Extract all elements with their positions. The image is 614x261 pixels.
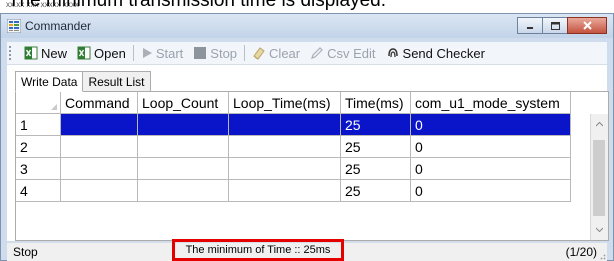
page-caption: The minimum transmission time is display… — [8, 0, 387, 11]
status-message-highlighted: The minimum of Time :: 25ms — [172, 239, 344, 261]
cell-loop-count[interactable] — [138, 158, 229, 180]
column-header-loop-time[interactable]: Loop_Time(ms) — [229, 92, 341, 114]
cell-loop-count[interactable] — [138, 180, 229, 202]
write-data-grid: Command Loop_Count Loop_Time(ms) Time(ms… — [15, 91, 609, 241]
cell-command[interactable] — [61, 180, 138, 202]
new-button[interactable]: New — [19, 43, 72, 63]
cell-loop-count[interactable] — [138, 136, 229, 158]
cell-loop-time[interactable] — [229, 158, 341, 180]
vertical-scrollbar[interactable] — [590, 114, 608, 240]
scroll-down-arrow-icon[interactable] — [596, 226, 603, 233]
minimize-button[interactable] — [517, 17, 543, 34]
send-checker-button[interactable]: Send Checker — [381, 43, 490, 63]
row-header[interactable]: 4 — [16, 180, 61, 202]
table-row[interactable]: 2 25 0 — [16, 136, 571, 158]
grid-header-row: Command Loop_Count Loop_Time(ms) Time(ms… — [16, 92, 571, 114]
open-button[interactable]: Open — [72, 43, 131, 63]
csv-edit-button[interactable]: Csv Edit — [305, 43, 380, 63]
stop-label: Stop — [210, 45, 238, 61]
start-label: Start — [155, 45, 184, 61]
toolbar-separator — [244, 45, 246, 61]
minimize-icon — [527, 26, 533, 29]
status-bar: Stop The minimum of Time :: 25ms (1/20) — [7, 239, 607, 261]
content-area: Write Data Result List Command Loop_Coun… — [7, 65, 609, 241]
table-row[interactable]: 3 25 0 — [16, 158, 571, 180]
cell-command[interactable] — [61, 114, 138, 136]
start-button[interactable]: Start — [136, 43, 188, 63]
close-icon — [582, 21, 592, 30]
maximize-icon — [550, 21, 560, 30]
cell-loop-time[interactable] — [229, 136, 341, 158]
cell-command[interactable] — [61, 136, 138, 158]
close-button[interactable] — [567, 17, 607, 34]
cell-com-u1-mode-system[interactable]: 0 — [411, 114, 571, 136]
excel-new-icon — [24, 46, 38, 60]
eraser-icon — [253, 47, 265, 60]
tab-result-list[interactable]: Result List — [82, 71, 151, 92]
stop-button[interactable]: Stop — [188, 43, 242, 63]
cell-time[interactable]: 25 — [341, 180, 411, 202]
title-bar[interactable]: Commander — [1, 14, 613, 38]
clear-button[interactable]: Clear — [247, 43, 305, 63]
table-row[interactable]: 4 25 0 — [16, 180, 571, 202]
tab-strip: Write Data Result List — [15, 71, 151, 92]
column-header-time[interactable]: Time(ms) — [341, 92, 411, 114]
status-message: The minimum of Time :: 25ms — [185, 244, 331, 256]
column-header-command[interactable]: Command — [61, 92, 138, 114]
play-icon — [142, 48, 152, 58]
select-all-corner[interactable] — [16, 92, 61, 114]
cell-loop-count[interactable] — [138, 114, 229, 136]
table-row[interactable]: 1 25 0 — [16, 114, 571, 136]
resize-grip-icon[interactable] — [598, 252, 606, 260]
pencil-icon — [311, 47, 323, 59]
cell-command[interactable] — [61, 158, 138, 180]
window-title: Commander — [25, 19, 92, 33]
open-label: Open — [94, 45, 126, 61]
scrollbar-thumb[interactable] — [593, 140, 605, 216]
cell-time[interactable]: 25 — [341, 136, 411, 158]
cell-loop-time[interactable] — [229, 114, 341, 136]
cell-com-u1-mode-system[interactable]: 0 — [411, 136, 571, 158]
scroll-up-arrow-icon[interactable] — [596, 121, 603, 128]
cell-time[interactable]: 25 — [341, 158, 411, 180]
column-header-com-u1-mode-system[interactable]: com_u1_mode_system — [411, 92, 571, 114]
commander-window: Commander New Open Start Stop Clear Csv … — [0, 13, 614, 261]
maximize-button[interactable] — [542, 17, 568, 34]
excel-open-icon — [77, 46, 91, 60]
send-checker-label: Send Checker — [402, 45, 485, 61]
row-header[interactable]: 3 — [16, 158, 61, 180]
tab-write-data[interactable]: Write Data — [15, 71, 84, 92]
row-header[interactable]: 1 — [16, 114, 61, 136]
status-page-count: (1/20) — [565, 245, 597, 259]
cell-com-u1-mode-system[interactable]: 0 — [411, 180, 571, 202]
status-state: Stop — [13, 245, 38, 259]
toolbar-separator — [132, 45, 134, 61]
column-header-loop-count[interactable]: Loop_Count — [138, 92, 229, 114]
toolbar: New Open Start Stop Clear Csv Edit Send … — [7, 42, 607, 65]
clear-label: Clear — [269, 45, 301, 61]
stop-icon — [194, 47, 207, 59]
csv-edit-label: Csv Edit — [327, 45, 376, 61]
toolbar-grip[interactable] — [9, 46, 15, 60]
app-grid-icon — [7, 19, 21, 33]
cell-loop-time[interactable] — [229, 180, 341, 202]
cell-com-u1-mode-system[interactable]: 0 — [411, 158, 571, 180]
new-label: New — [41, 45, 68, 61]
cell-time[interactable]: 25 — [341, 114, 411, 136]
antenna-icon — [387, 48, 398, 58]
row-header[interactable]: 2 — [16, 136, 61, 158]
